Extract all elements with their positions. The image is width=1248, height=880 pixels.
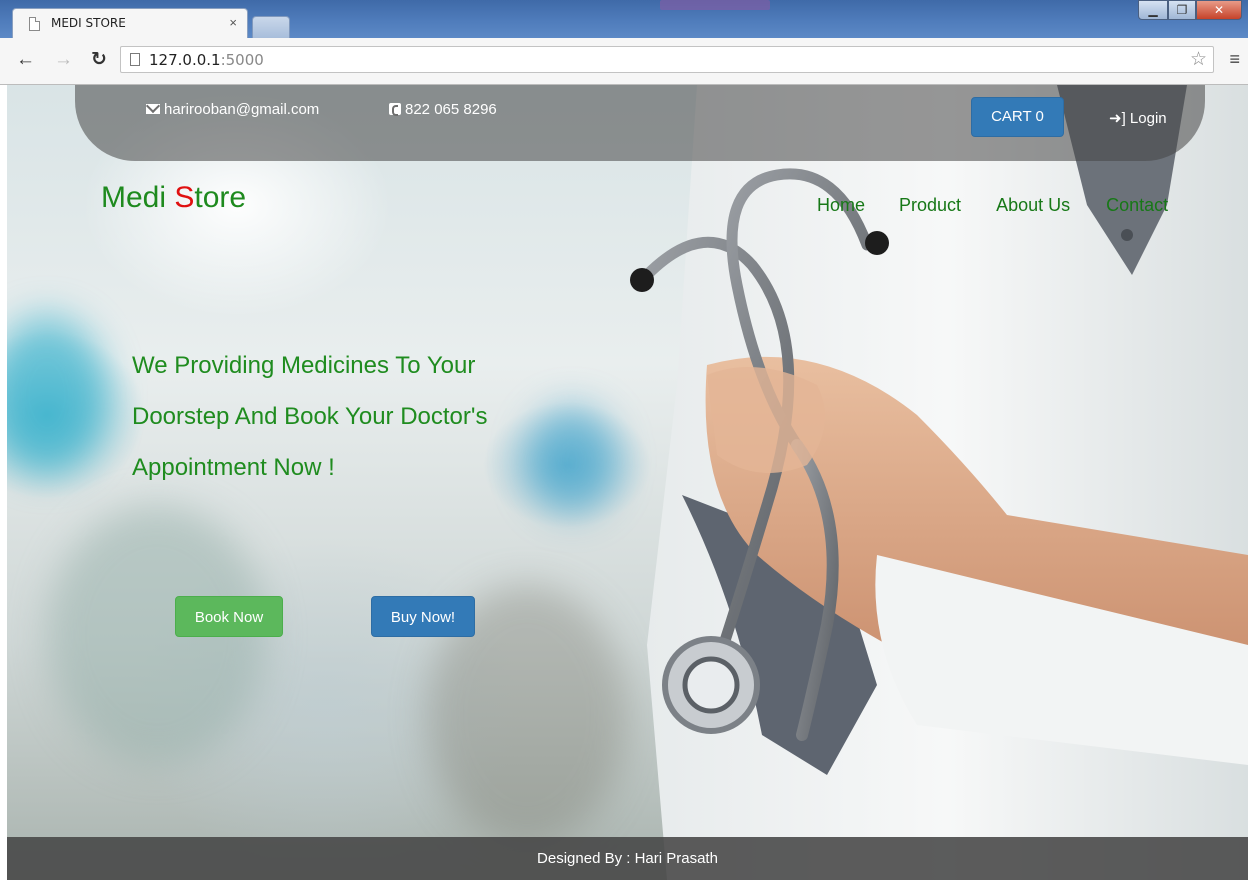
hero-heading: We Providing Medicines To Your Doorstep … bbox=[132, 340, 602, 493]
email-text: harirooban@gmail.com bbox=[164, 101, 320, 118]
footer-credit: Designed By : Hari Prasath bbox=[537, 850, 718, 867]
brand-rest: tore bbox=[194, 181, 247, 214]
back-arrow-icon[interactable]: ← bbox=[16, 50, 35, 70]
window-controls: ▁ ❐ ✕ bbox=[1138, 0, 1242, 20]
titlebar-glow bbox=[660, 0, 770, 10]
login-link[interactable]: ➜] Login bbox=[1109, 109, 1167, 127]
email-contact[interactable]: harirooban@gmail.com bbox=[146, 101, 319, 118]
url-port: :5000 bbox=[220, 51, 264, 69]
address-bar[interactable]: 127.0.0.1:5000 ☆ bbox=[120, 46, 1214, 73]
page-icon bbox=[130, 53, 140, 66]
tab-close-icon[interactable]: × bbox=[229, 15, 237, 30]
browser-menu-icon[interactable]: ≡ bbox=[1229, 49, 1240, 70]
nav-contact[interactable]: Contact bbox=[1106, 195, 1168, 216]
maximize-icon[interactable]: ❐ bbox=[1168, 0, 1196, 20]
phone-icon bbox=[389, 103, 401, 116]
browser-tab[interactable]: MEDI STORE × bbox=[12, 8, 248, 38]
url-host: 127.0.0.1 bbox=[149, 51, 221, 69]
brand-initial: S bbox=[174, 181, 195, 214]
hero-line: Appointment Now ! bbox=[132, 454, 335, 481]
browser-titlebar: MEDI STORE × ▁ ❐ ✕ bbox=[0, 0, 1248, 38]
nav-home[interactable]: Home bbox=[817, 195, 865, 216]
phone-contact[interactable]: 822 065 8296 bbox=[389, 101, 497, 118]
login-label: Login bbox=[1129, 110, 1167, 127]
browser-toolbar: ← → ↻ 127.0.0.1:5000 ☆ ≡ bbox=[0, 38, 1248, 85]
login-icon: ➜] bbox=[1109, 110, 1126, 127]
nav-about-us[interactable]: About Us bbox=[996, 195, 1070, 216]
page-favicon-icon bbox=[29, 17, 40, 31]
nav-product[interactable]: Product bbox=[899, 195, 961, 216]
envelope-icon bbox=[146, 104, 160, 114]
top-info-bar: harirooban@gmail.com 822 065 8296 CART 0… bbox=[75, 85, 1205, 161]
buy-now-button[interactable]: Buy Now! bbox=[371, 596, 475, 637]
reload-icon[interactable]: ↻ bbox=[91, 50, 107, 70]
new-tab-button[interactable] bbox=[252, 16, 290, 38]
brand-logo[interactable]: Medi Store bbox=[101, 181, 246, 215]
bookmark-star-icon[interactable]: ☆ bbox=[1190, 48, 1207, 71]
main-nav: Home Product About Us Contact bbox=[817, 195, 1168, 216]
hero-line: Doorstep And Book Your Doctor's bbox=[132, 403, 488, 430]
url-text[interactable]: 127.0.0.1:5000 bbox=[149, 51, 264, 69]
forward-arrow-icon[interactable]: → bbox=[54, 50, 73, 70]
brand-first: Medi bbox=[101, 181, 175, 214]
phone-text: 822 065 8296 bbox=[405, 101, 497, 118]
bg-blob bbox=[7, 315, 107, 475]
minimize-icon[interactable]: ▁ bbox=[1138, 0, 1168, 20]
book-now-button[interactable]: Book Now bbox=[175, 596, 283, 637]
page-viewport: harirooban@gmail.com 822 065 8296 CART 0… bbox=[7, 85, 1248, 880]
tab-title: MEDI STORE bbox=[51, 16, 126, 30]
cart-button[interactable]: CART 0 bbox=[971, 97, 1064, 137]
hero-line: We Providing Medicines To Your bbox=[132, 352, 476, 379]
footer: Designed By : Hari Prasath bbox=[7, 837, 1248, 880]
close-icon[interactable]: ✕ bbox=[1196, 0, 1242, 20]
